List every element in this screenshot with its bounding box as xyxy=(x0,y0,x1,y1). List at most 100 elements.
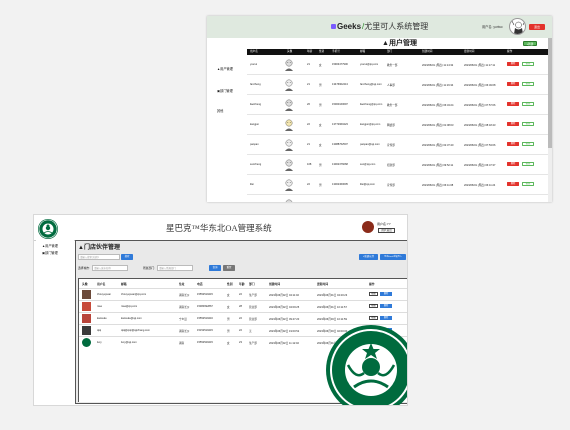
dept-filter-input[interactable]: 请输入所属部门 xyxy=(157,265,193,271)
cell-created: 2023年06月02日 04:09:25 xyxy=(269,306,300,309)
delete-button[interactable]: 删除 xyxy=(380,292,392,296)
delete-button[interactable]: 删除 xyxy=(380,316,392,320)
table-row: sunzheng 108 男 13002376068 sun@qq.com 招新部 2023… xyxy=(247,155,552,175)
cell-dept: 生产部 xyxy=(249,342,257,345)
delete-button[interactable]: 删除 xyxy=(507,122,519,126)
table-row: haozhineng32男15002474919hao@qq.com宣传部202… xyxy=(247,195,552,202)
cell-dept: 无 xyxy=(249,330,252,333)
sidebar-item-users[interactable]: ▲用户管理 xyxy=(217,66,233,71)
column-header: 创建时间 xyxy=(269,282,281,286)
cell-name: lucy xyxy=(97,341,102,344)
cell-dept: 营业部 xyxy=(249,306,257,309)
column-header: 电话 xyxy=(197,282,203,286)
edit-button[interactable]: 编辑 xyxy=(369,292,378,296)
partner-avatar-icon xyxy=(82,302,91,311)
city-filter-input[interactable]: 请输入城市名称 xyxy=(92,265,128,271)
sidebar-item-users[interactable]: ▲用户管理 xyxy=(42,243,58,248)
cell-phone: 15552519416 xyxy=(197,317,213,320)
add-partner-button[interactable]: +新建伙伴 xyxy=(359,254,378,260)
cell-phone: 15903477900 xyxy=(332,63,348,66)
city-filter-label: 选择城市: xyxy=(78,266,90,270)
cell-addr: 湖南长沙 xyxy=(179,330,190,333)
cell-age: 21 xyxy=(307,143,310,146)
cell-created: 2023年06月02日 09:47:20 xyxy=(269,318,300,321)
avatar[interactable] xyxy=(362,221,374,233)
geeks-logo-icon xyxy=(331,24,336,29)
cell-name: liaozheng xyxy=(250,103,262,106)
cell-updated: 2023年06月01日 10:11:57 xyxy=(317,306,347,309)
edit-button[interactable]: 编辑 xyxy=(522,122,534,126)
sidebar-item-depts[interactable]: ▣部门管理 xyxy=(217,88,233,93)
user-avatar-icon xyxy=(283,178,295,192)
cell-phone: 15552529415 xyxy=(197,341,213,344)
sidebar: ▲用户管理 ▣部门管理 xyxy=(36,240,74,405)
partner-avatar-icon xyxy=(82,338,91,347)
partner-avatar-icon xyxy=(82,314,91,323)
cell-sex: 男 xyxy=(319,104,322,107)
cell-dept: 网络部 xyxy=(387,124,395,127)
column-header: 部门 xyxy=(249,282,255,286)
delete-button[interactable]: 删除 xyxy=(507,82,519,86)
delete-button[interactable]: 删除 xyxy=(507,142,519,146)
cell-updated: 2023/06/01 (周四) 07:53:06 xyxy=(464,144,496,147)
cell-sex: 男 xyxy=(319,164,322,167)
query-button[interactable]: 查询 xyxy=(209,265,221,271)
sidebar-item-label: 其他 xyxy=(217,109,224,113)
cell-phone: 13002360605 xyxy=(332,183,348,186)
table-row: liaozheng 26 男 15000160697 liaozheng@qq.com 教… xyxy=(247,95,552,115)
search-input[interactable]: 请输入搜索关键字 xyxy=(78,254,120,260)
cell-email: sun@qq.com xyxy=(360,163,376,166)
cell-dept: 宣传部 xyxy=(387,184,395,187)
cell-name: zhouyuyuan xyxy=(97,293,111,296)
delete-button[interactable]: 删除 xyxy=(507,162,519,166)
cell-created: 2023/06/01 (周四) 01:08:03 xyxy=(422,124,454,127)
table-row: yuurui 21 女 15903477900 yuurui@qq.com 教务一部 202… xyxy=(247,55,552,75)
cell-phone: 13476902413 xyxy=(332,83,348,86)
edit-button[interactable]: 编辑 xyxy=(369,316,378,320)
delete-button[interactable]: 删除 xyxy=(380,304,392,308)
cell-phone: 13088762507 xyxy=(332,143,348,146)
reset-button[interactable]: 重置 xyxy=(223,265,235,271)
table-row: kansuke kansuke@qq.com 宁乡县 15552519416 男 22 营业… xyxy=(79,312,407,323)
edit-button[interactable]: 编辑 xyxy=(522,182,534,186)
brand-title: Geeks/尤里可人系统管理 xyxy=(331,21,428,32)
cell-email: rose@qq.com xyxy=(121,305,138,308)
add-user-button[interactable]: +新建 xyxy=(523,41,537,46)
cell-created: 2023/06/01 (周四) 11:16:34 xyxy=(422,84,454,87)
sidebar-item-label: 用户管理 xyxy=(220,67,233,71)
edit-button[interactable]: 编辑 xyxy=(522,162,534,166)
cell-dept: 人事部 xyxy=(387,84,395,87)
cell-age: 21 xyxy=(307,63,310,66)
dept-filter-label: 所属部门: xyxy=(143,266,155,270)
cell-sex: 男 xyxy=(227,318,230,321)
cell-age: 26 xyxy=(307,103,310,106)
export-button[interactable]: 导出Excel/批量导入 xyxy=(380,254,406,260)
system-title: 尤里可人系统管理 xyxy=(364,22,429,31)
table-row: zhouyuyuan zhouyuyuan@qq.com 湖南长沙 155525194… xyxy=(79,288,407,299)
cell-created: 2023年06月02日 11:12:02 xyxy=(269,342,299,345)
cell-email: lilei@qq.com xyxy=(360,183,375,186)
sidebar-item-depts[interactable]: ▣部门管理 xyxy=(42,250,58,255)
edit-button[interactable]: 编辑 xyxy=(522,102,534,106)
logout-button[interactable]: 退出 xyxy=(529,24,545,30)
cell-phone: 13772960423 xyxy=(332,123,348,126)
edit-button[interactable]: 编辑 xyxy=(369,304,378,308)
column-header: 住址 xyxy=(179,282,185,286)
logout-button[interactable]: 用户退出 xyxy=(378,228,395,233)
delete-button[interactable]: 删除 xyxy=(507,62,519,66)
delete-button[interactable]: 删除 xyxy=(507,102,519,106)
edit-button[interactable]: 编辑 xyxy=(522,142,534,146)
user-avatar-icon xyxy=(283,138,295,152)
sidebar-item-other[interactable]: 其他 xyxy=(217,108,223,113)
edit-button[interactable]: 编辑 xyxy=(522,82,534,86)
edit-button[interactable]: 编辑 xyxy=(522,62,534,66)
delete-button[interactable]: 删除 xyxy=(507,182,519,186)
scrollbar-thumb[interactable] xyxy=(548,38,552,148)
cell-addr: 湖南长沙 xyxy=(179,294,190,297)
cell-created: 2023/06/01 (周四) 02:37:40 xyxy=(422,144,454,147)
cell-email: fanzheng@qq.com xyxy=(360,83,382,86)
avatar[interactable] xyxy=(509,18,526,35)
cell-email: lucy@qq.com xyxy=(121,341,137,344)
search-button[interactable]: 搜索 xyxy=(121,254,133,260)
cell-name: fanzheng xyxy=(250,83,261,86)
